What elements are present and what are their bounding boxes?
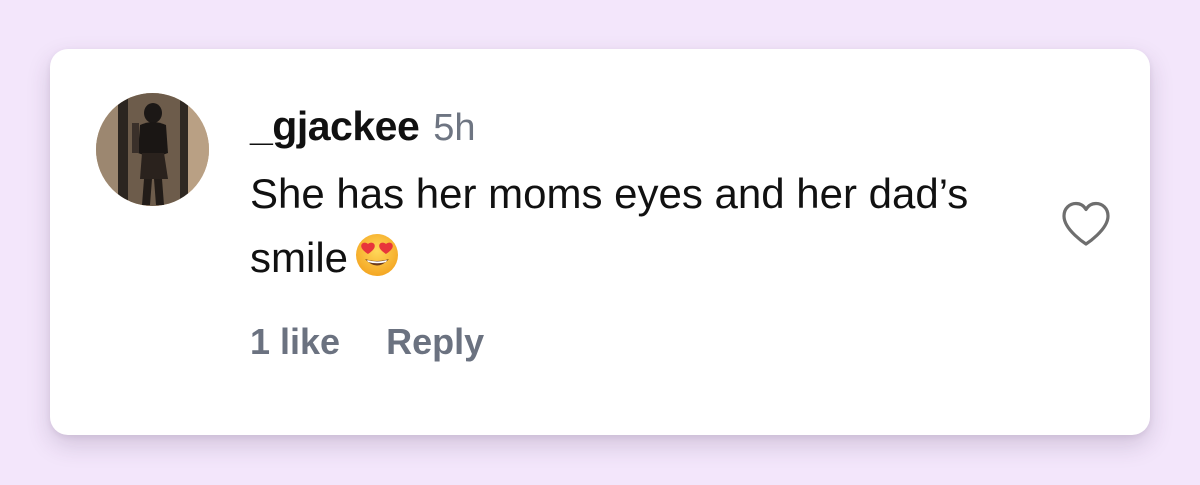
avatar[interactable] [96, 93, 209, 206]
comment-card: _gjackee 5h She has her moms eyes and he… [50, 49, 1150, 435]
timestamp[interactable]: 5h [433, 107, 475, 150]
heart-outline-icon [1062, 201, 1110, 246]
comment-actions: 1 like Reply [250, 321, 484, 363]
username-link[interactable]: _gjackee [250, 103, 420, 150]
comment-body: She has her moms eyes and her dad’s smil… [250, 162, 1050, 290]
like-button[interactable] [1060, 200, 1112, 248]
like-count-button[interactable]: 1 like [250, 321, 340, 363]
avatar-image [96, 93, 209, 206]
heart-eyes-emoji-icon [356, 234, 399, 276]
reply-button[interactable]: Reply [386, 321, 484, 363]
comment-header: _gjackee 5h [250, 103, 476, 153]
